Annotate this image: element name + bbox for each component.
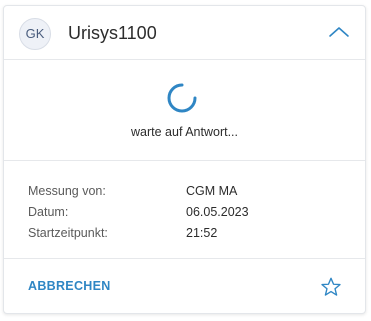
- device-title: Urisys1100: [68, 23, 157, 43]
- details-section: Messung von: CGM MA Datum: 06.05.2023 St…: [4, 161, 365, 259]
- star-outline-icon: [321, 277, 341, 296]
- device-card: GK Urisys1100 warte auf Antwort... Messu…: [3, 5, 366, 314]
- collapse-button[interactable]: [327, 22, 351, 42]
- detail-value: 06.05.2023: [186, 205, 249, 219]
- avatar: GK: [19, 18, 51, 50]
- detail-row-measurement: Messung von: CGM MA: [4, 181, 365, 201]
- detail-value: CGM MA: [186, 184, 238, 198]
- loading-spinner-icon: [167, 83, 197, 113]
- card-footer: ABBRECHEN: [4, 259, 365, 314]
- detail-label: Datum:: [28, 205, 69, 219]
- cancel-button[interactable]: ABBRECHEN: [28, 279, 111, 293]
- detail-row-start-time: Startzeitpunkt: 21:52: [4, 223, 365, 243]
- detail-value: 21:52: [186, 226, 218, 240]
- favorite-button[interactable]: [320, 276, 342, 298]
- detail-label: Messung von:: [28, 184, 106, 198]
- detail-row-date: Datum: 06.05.2023: [4, 202, 365, 222]
- status-section: warte auf Antwort...: [4, 59, 365, 161]
- status-text: warte auf Antwort...: [131, 125, 238, 139]
- detail-label: Startzeitpunkt:: [28, 226, 108, 240]
- chevron-up-icon: [329, 27, 349, 37]
- card-header: GK Urisys1100: [4, 6, 365, 60]
